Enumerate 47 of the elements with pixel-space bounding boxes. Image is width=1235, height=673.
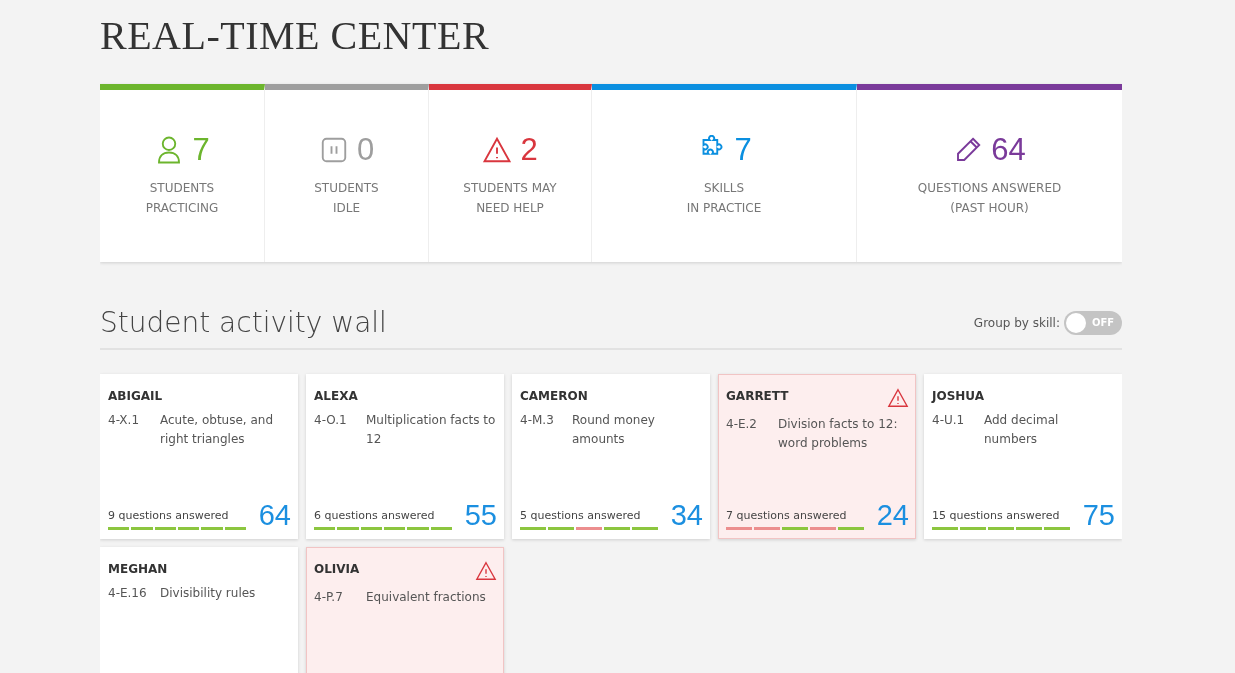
skill-code: 4-P.7	[314, 588, 344, 606]
student-name: OLIVIA	[314, 560, 360, 578]
warning-icon	[475, 559, 497, 582]
skill-code: 4-X.1	[108, 411, 141, 429]
skill-name: Round money amounts	[572, 411, 656, 448]
student-name: ABIGAIL	[108, 387, 163, 405]
stat-value: 2	[520, 134, 538, 165]
stat-label: STUDENTS IDLE	[314, 180, 379, 217]
stat-value: 64	[991, 134, 1026, 165]
smart-score: 34	[670, 500, 703, 530]
smart-score: 24	[876, 500, 909, 530]
skill-name: Multiplication facts to 12	[366, 411, 497, 448]
stat-label: QUESTIONS ANSWERED (PAST HOUR)	[917, 180, 1062, 217]
student-name: CAMERON	[520, 387, 588, 405]
skill-code: 4-O.1	[314, 411, 348, 429]
skill-name: Division facts to 12: word problems	[778, 415, 899, 452]
answered-count: 15 questions answered	[932, 508, 1061, 525]
skill-name: Add decimal numbers	[984, 411, 1060, 448]
answered-count: 5 questions answered	[520, 508, 642, 525]
answered-count: 9 questions answered	[108, 508, 230, 525]
answered-count: 6 questions answered	[314, 508, 436, 525]
smart-score: 64	[258, 500, 291, 530]
student-name: ALEXA	[314, 387, 358, 405]
answered-count: 7 questions answered	[726, 508, 848, 525]
student-name: JOSHUA	[932, 387, 984, 405]
toggle-label: Group by skill:	[973, 314, 1060, 332]
student-name: MEGHAN	[108, 560, 168, 578]
stat-value: 7	[192, 134, 210, 165]
skill-code: 4-M.3	[520, 411, 555, 429]
section-heading: Student activity wall	[100, 306, 387, 340]
smart-score: 55	[464, 500, 497, 530]
skill-name: Divisibility rules	[160, 584, 256, 602]
stat-label: STUDENTS PRACTICING	[145, 180, 219, 217]
stat-label: SKILLS IN PRACTICE	[686, 180, 762, 217]
skill-code: 4-E.2	[726, 415, 758, 433]
skill-name: Equivalent fractions	[366, 588, 486, 606]
page-title: REAL-TIME CENTER	[100, 14, 491, 58]
skill-name: Acute, obtuse, and right triangles	[160, 411, 275, 448]
warning-icon	[887, 386, 909, 409]
student-name: GARRETT	[726, 387, 789, 405]
skill-code: 4-E.16	[108, 584, 148, 602]
smart-score: 75	[1082, 500, 1115, 530]
toggle-switch[interactable]: OFF	[1064, 310, 1122, 335]
skill-code: 4-U.1	[932, 411, 966, 429]
stat-value: 7	[734, 134, 752, 165]
stat-value: 0	[356, 134, 375, 165]
stat-label: STUDENTS MAY NEED HELP	[463, 180, 557, 217]
